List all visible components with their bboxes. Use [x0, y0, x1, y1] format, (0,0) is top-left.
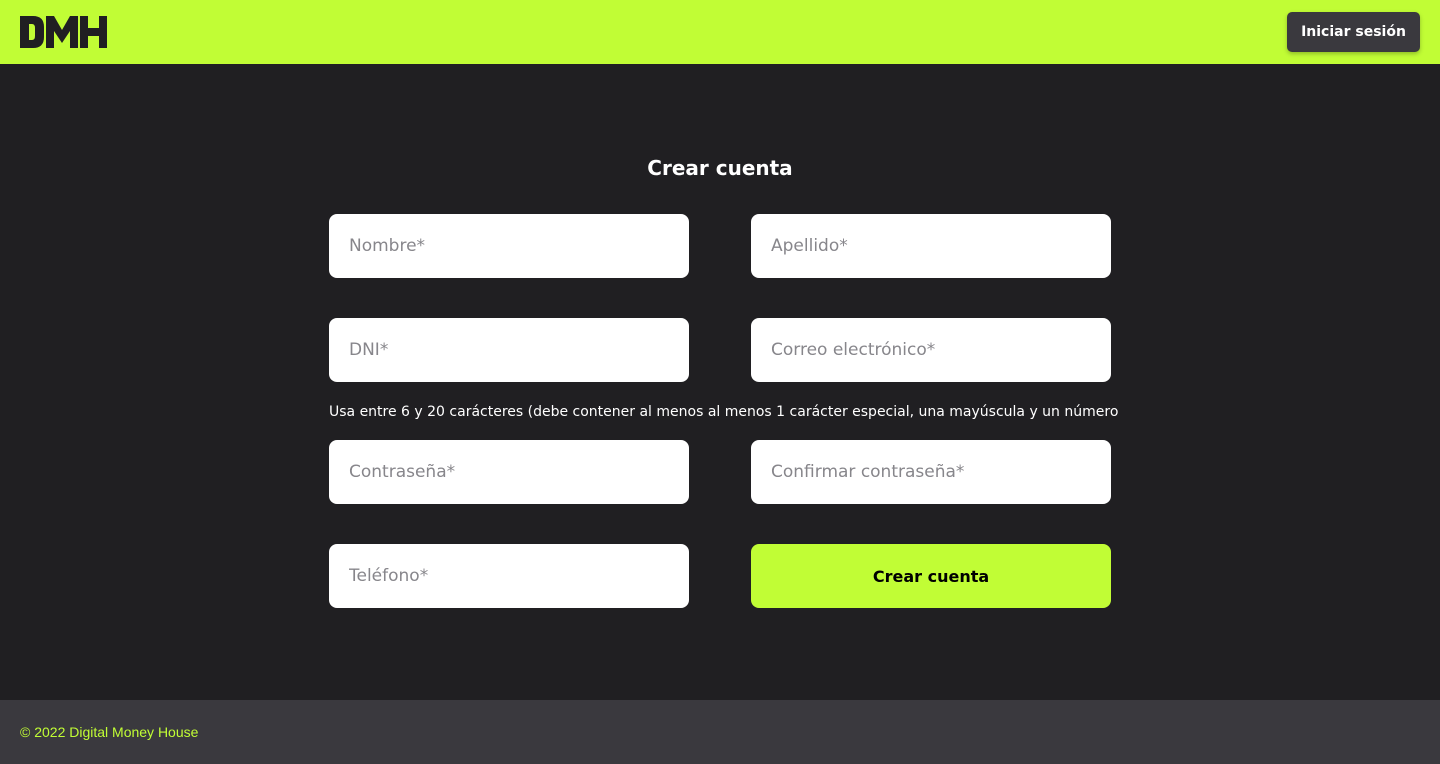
signup-section: Crear cuenta Usa entre 6 y 20 carácteres… — [0, 64, 1440, 700]
confirm-password-input[interactable] — [751, 440, 1111, 504]
top-bar: Iniciar sesión — [0, 0, 1440, 64]
first-name-input[interactable] — [329, 214, 689, 278]
password-input[interactable] — [329, 440, 689, 504]
dmh-logo[interactable] — [20, 16, 108, 48]
footer: © 2022 Digital Money House — [0, 700, 1440, 764]
phone-input[interactable] — [329, 544, 689, 608]
create-account-button[interactable]: Crear cuenta — [751, 544, 1111, 608]
copyright-text: © 2022 Digital Money House — [20, 724, 199, 740]
dmh-logo-icon — [20, 16, 107, 48]
login-button[interactable]: Iniciar sesión — [1287, 12, 1420, 52]
email-input[interactable] — [751, 318, 1111, 382]
dni-input[interactable] — [329, 318, 689, 382]
page-title: Crear cuenta — [647, 156, 793, 180]
last-name-input[interactable] — [751, 214, 1111, 278]
password-hint: Usa entre 6 y 20 carácteres (debe conten… — [329, 404, 1119, 420]
